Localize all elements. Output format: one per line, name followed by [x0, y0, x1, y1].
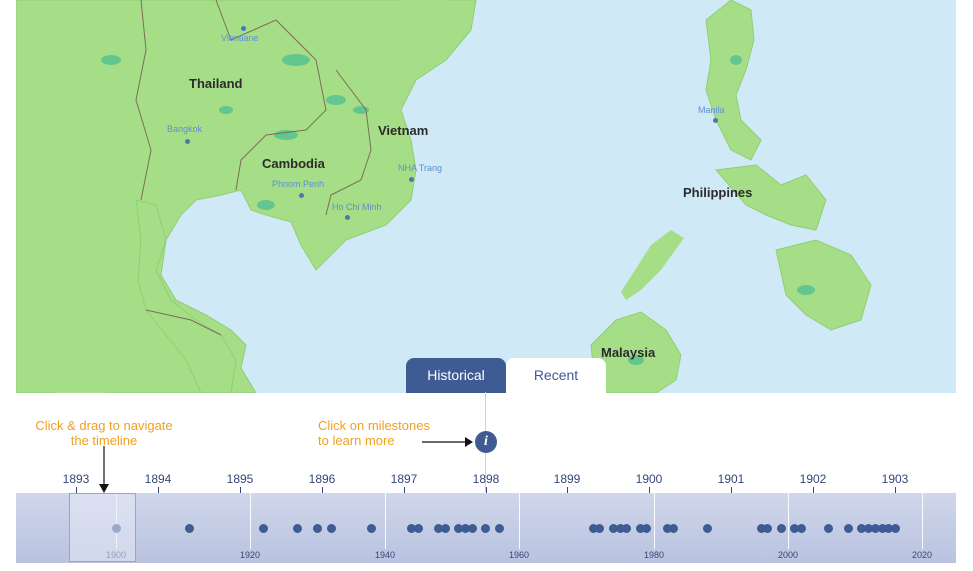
decade-label: 1980 — [643, 550, 665, 560]
year-tick — [731, 487, 732, 493]
decade-label: 2000 — [777, 550, 799, 560]
milestone-dot[interactable] — [414, 524, 423, 533]
city-marker-phnom-penh — [299, 193, 304, 198]
milestone-hint-line1: Click on milestones — [318, 418, 430, 433]
milestone-dot[interactable] — [313, 524, 322, 533]
decade-gridline — [519, 493, 520, 549]
milestone-dot[interactable] — [763, 524, 772, 533]
decade-gridline — [922, 493, 923, 549]
decade-gridline — [654, 493, 655, 549]
timeline-strip[interactable]: 1900192019401960198020002020 — [16, 493, 956, 563]
decade-gridline — [385, 493, 386, 549]
year-tick — [895, 487, 896, 493]
year-tick — [158, 487, 159, 493]
year-label: 1895 — [226, 472, 254, 486]
city-marker-bangkok — [185, 139, 190, 144]
milestone-dot[interactable] — [669, 524, 678, 533]
milestone-dot[interactable] — [441, 524, 450, 533]
tab-historical[interactable]: Historical — [406, 358, 506, 393]
milestone-dot[interactable] — [642, 524, 651, 533]
city-marker-ho-chi-minh — [345, 215, 350, 220]
city-marker-manila — [713, 118, 718, 123]
year-label: 1902 — [799, 472, 827, 486]
map-terrain — [16, 0, 956, 393]
drag-hint-line1: Click & drag to navigate — [35, 418, 173, 433]
year-label: 1894 — [144, 472, 172, 486]
milestone-dot[interactable] — [777, 524, 786, 533]
year-label: 1901 — [717, 472, 745, 486]
country-label-philippines: Philippines — [683, 185, 753, 200]
decade-label: 1960 — [508, 550, 530, 560]
city-label-phnom-penh: Phnom Penh — [272, 179, 325, 189]
milestone-dot[interactable] — [844, 524, 853, 533]
milestone-dot[interactable] — [185, 524, 194, 533]
year-label: 1897 — [390, 472, 418, 486]
city-marker-nha-trang — [409, 177, 414, 182]
milestone-dot[interactable] — [259, 524, 268, 533]
milestone-dot[interactable] — [622, 524, 631, 533]
milestone-dot[interactable] — [495, 524, 504, 533]
milestone-dot[interactable] — [367, 524, 376, 533]
year-label: 1896 — [308, 472, 336, 486]
milestone-dot[interactable] — [703, 524, 712, 533]
milestone-dot[interactable] — [797, 524, 806, 533]
year-tick — [813, 487, 814, 493]
milestone-dot[interactable] — [595, 524, 604, 533]
year-tick — [649, 487, 650, 493]
country-label-thailand: Thailand — [189, 76, 243, 91]
milestone-dot[interactable] — [293, 524, 302, 533]
year-label: 1898 — [472, 472, 500, 486]
decade-label: 2020 — [911, 550, 933, 560]
decade-label: 1940 — [374, 550, 396, 560]
tab-recent[interactable]: Recent — [506, 358, 606, 393]
milestone-dot[interactable] — [468, 524, 477, 533]
year-label: 1899 — [553, 472, 581, 486]
milestone-dot[interactable] — [327, 524, 336, 533]
timeline-viewport-handle[interactable] — [69, 493, 136, 562]
city-label-vientiane: Vientiane — [221, 33, 259, 43]
year-tick — [240, 487, 241, 493]
year-tick — [76, 487, 77, 493]
year-tick — [404, 487, 405, 493]
milestone-dot[interactable] — [481, 524, 490, 533]
decade-label: 1920 — [239, 550, 261, 560]
year-label: 1900 — [635, 472, 663, 486]
right-arrow-icon — [422, 437, 473, 447]
info-icon[interactable]: i — [475, 431, 497, 453]
country-label-vietnam: Vietnam — [378, 123, 429, 138]
year-label: 1903 — [881, 472, 909, 486]
decade-gridline — [788, 493, 789, 549]
milestone-dot[interactable] — [824, 524, 833, 533]
decade-gridline — [250, 493, 251, 549]
city-marker-vientiane — [241, 26, 246, 31]
city-label-bangkok: Bangkok — [167, 124, 203, 134]
country-label-malaysia: Malaysia — [601, 345, 656, 360]
milestone-dot[interactable] — [891, 524, 900, 533]
down-arrow-icon — [99, 446, 109, 493]
city-label-ho-chi-minh: Ho Chi Minh — [332, 202, 382, 212]
country-label-cambodia: Cambodia — [262, 156, 325, 171]
year-label: 1893 — [62, 472, 90, 486]
year-tick — [567, 487, 568, 493]
year-tick — [486, 487, 487, 493]
year-tick — [322, 487, 323, 493]
city-label-manila: Manila — [698, 105, 725, 115]
city-label-nha-trang: NHA Trang — [398, 163, 443, 173]
drag-hint: Click & drag to navigate the timeline — [18, 418, 190, 448]
map[interactable]: Thailand Vietnam Cambodia Philippines Ma… — [16, 0, 956, 393]
